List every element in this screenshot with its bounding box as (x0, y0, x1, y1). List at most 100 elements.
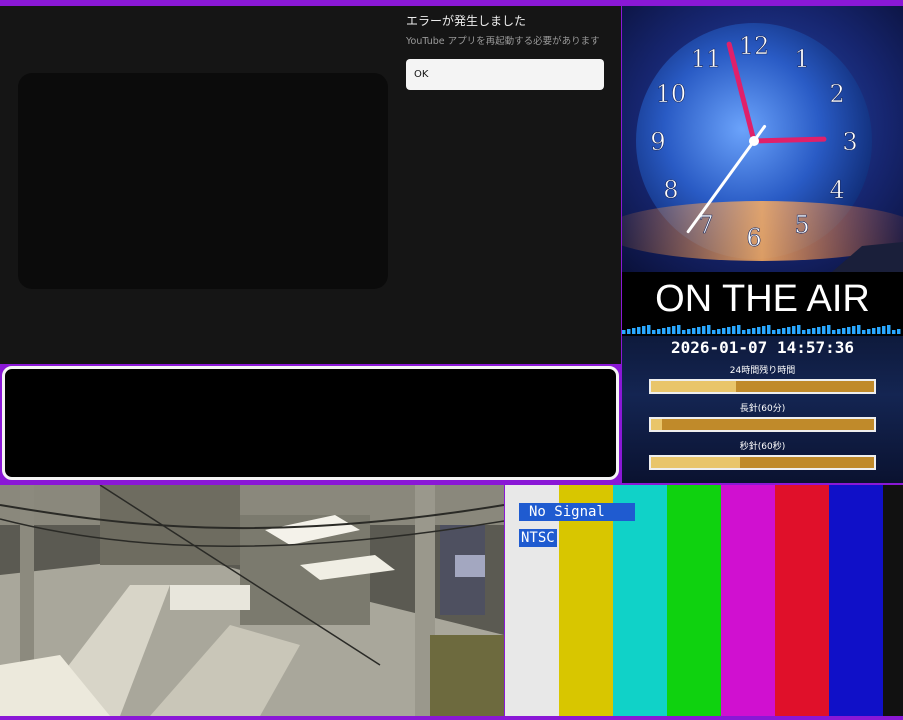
equalizer-bar (802, 330, 806, 334)
clock-numeral: 3 (842, 128, 857, 156)
color-bar (775, 485, 829, 716)
equalizer-bar (622, 330, 626, 334)
equalizer-bar (762, 326, 766, 334)
clock-numeral: 2 (829, 80, 844, 108)
equalizer-bar (717, 329, 721, 334)
equalizer-bar (842, 328, 846, 334)
second-hand-bar (649, 455, 876, 470)
equalizer-bar (877, 327, 881, 334)
equalizer-bar (672, 326, 676, 334)
ntsc-label: NTSC (519, 529, 557, 547)
equalizer-bar (892, 330, 896, 334)
equalizer-bar (807, 329, 811, 334)
equalizer-bar (887, 325, 891, 334)
remaining-24h-bar (649, 379, 876, 394)
equalizer-bar (857, 325, 861, 334)
ok-button[interactable]: OK (406, 59, 604, 90)
equalizer-bar (707, 325, 711, 334)
equalizer-bar (782, 328, 786, 334)
equalizer-bar (837, 329, 841, 334)
equalizer-bar (687, 329, 691, 334)
clock-face: 12 1234567891011 (622, 6, 903, 272)
equalizer-bar (777, 329, 781, 334)
error-message: YouTube アプリを再起動する必要があります (406, 36, 600, 47)
clock-numeral: 8 (663, 176, 678, 204)
equalizer-strip (622, 325, 901, 334)
caption-box (2, 366, 619, 480)
equalizer-bar (692, 328, 696, 334)
no-signal-label: No Signal (519, 503, 635, 521)
color-bar (667, 485, 721, 716)
equalizer-bar (772, 330, 776, 334)
equalizer-bar (627, 329, 631, 334)
equalizer-bar (882, 326, 886, 334)
clock-center-cap (749, 136, 759, 146)
clock-numeral: 9 (650, 128, 665, 156)
second-hand-label: 秒針(60秒) (739, 442, 786, 452)
equalizer-bar (682, 330, 686, 334)
video-thumbnail-placeholder (18, 73, 388, 289)
equalizer-bar (827, 325, 831, 334)
analog-clock-panel: 12 1 2 3 4 5 6 7 8 9 10 11 (622, 6, 903, 272)
equalizer-bar (822, 326, 826, 334)
equalizer-bar (697, 327, 701, 334)
clock-numeral: 10 (656, 80, 687, 108)
on-air-panel: ON THE AIR 2026-01-07 14:57:36 24時間残り時間 … (622, 272, 903, 483)
equalizer-bar (737, 325, 741, 334)
remaining-24h-label: 24時間残り時間 (729, 366, 796, 376)
equalizer-bar (667, 327, 671, 334)
street-scene-image (0, 485, 504, 716)
equalizer-bar (632, 328, 636, 334)
equalizer-bar (757, 327, 761, 334)
color-bar (829, 485, 883, 716)
clock-numeral: 5 (794, 211, 809, 239)
equalizer-bar (862, 330, 866, 334)
equalizer-bar (742, 330, 746, 334)
equalizer-bar (752, 328, 756, 334)
clock-numeral: 1 (794, 45, 809, 73)
error-title: エラーが発生しました (406, 14, 527, 28)
equalizer-bar (812, 328, 816, 334)
equalizer-bar (792, 326, 796, 334)
color-bars-test-pattern: No Signal NTSC (505, 485, 903, 716)
on-air-title: ON THE AIR (655, 278, 870, 320)
equalizer-bar (647, 325, 651, 334)
equalizer-bar (702, 326, 706, 334)
hour-hand (751, 136, 827, 144)
equalizer-bar (727, 327, 731, 334)
equalizer-bar (712, 330, 716, 334)
equalizer-bar (872, 328, 876, 334)
remaining-24h-fill (651, 381, 736, 392)
street-camera-view (0, 485, 504, 716)
datetime-readout: 2026-01-07 14:57:36 (670, 338, 855, 357)
minute-hand-label: 長針(60分) (739, 404, 786, 414)
clock-numeral: 11 (691, 45, 722, 73)
second-hand-fill (651, 457, 741, 468)
equalizer-bar (637, 327, 641, 334)
clock-numeral: 6 (746, 224, 761, 252)
minute-hand-bar (649, 417, 876, 432)
equalizer-bar (642, 326, 646, 334)
equalizer-bar (832, 330, 836, 334)
clock-numeral: 12 (739, 32, 770, 60)
equalizer-bar (817, 327, 821, 334)
equalizer-bar (652, 330, 656, 334)
equalizer-bar (677, 325, 681, 334)
equalizer-bar (767, 325, 771, 334)
color-bar (721, 485, 775, 716)
equalizer-bar (662, 328, 666, 334)
minute-hand-fill (651, 419, 663, 430)
clock-numeral: 4 (829, 176, 844, 204)
on-air-info: 2026-01-07 14:57:36 24時間残り時間 長針(60分) 秒針(… (622, 336, 903, 483)
equalizer-bar (897, 329, 901, 334)
equalizer-bar (732, 326, 736, 334)
equalizer-bar (787, 327, 791, 334)
equalizer-bar (722, 328, 726, 334)
equalizer-bar (847, 327, 851, 334)
equalizer-bar (852, 326, 856, 334)
equalizer-bar (867, 329, 871, 334)
equalizer-bar (747, 329, 751, 334)
youtube-error-panel: エラーが発生しました YouTube アプリを再起動する必要があります OK (0, 6, 621, 364)
equalizer-bar (797, 325, 801, 334)
equalizer-bar (657, 329, 661, 334)
